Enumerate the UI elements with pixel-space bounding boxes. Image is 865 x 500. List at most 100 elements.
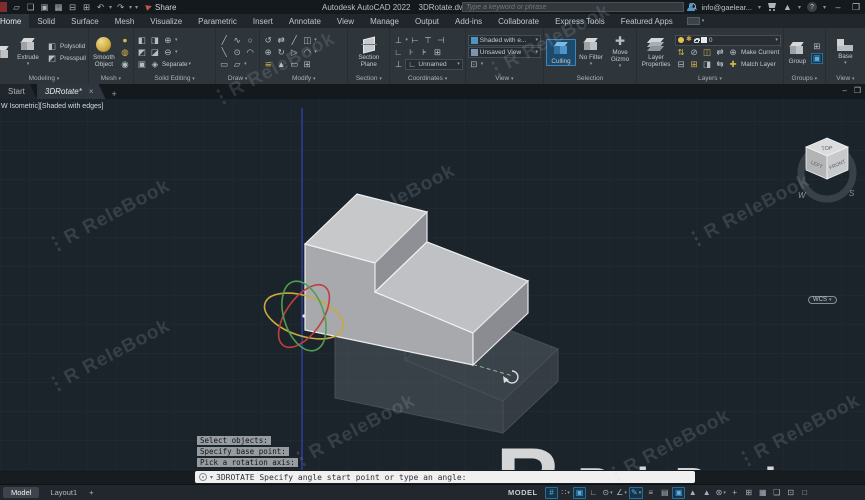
draw-dropdown-icon[interactable]: ▾ — [244, 61, 247, 67]
search-input[interactable] — [463, 3, 683, 11]
panel-label-modeling[interactable]: Modeling ▾ — [0, 74, 88, 84]
polysolid-button[interactable]: ◧ Polysolid — [46, 41, 86, 52]
modify-tool-icon[interactable]: ↺ — [262, 35, 274, 46]
tab-solid[interactable]: Solid — [29, 14, 63, 28]
cart-icon[interactable] — [767, 3, 777, 11]
space-indicator[interactable]: MODEL — [508, 488, 538, 497]
help-dropdown-icon[interactable]: ▾ — [823, 4, 826, 11]
section-plane-button[interactable]: Section Plane — [351, 37, 387, 68]
mesh-tool-icon[interactable]: ◍ — [119, 47, 131, 58]
layer-tool-icon[interactable]: ⇄ — [714, 47, 726, 58]
tab-featured-apps[interactable]: Featured Apps — [613, 14, 681, 28]
ucs-named-icon[interactable]: ⊥ — [392, 59, 404, 70]
account-dropdown-icon[interactable]: ▾ — [758, 4, 761, 11]
visual-style-dropdown[interactable]: Shaded with e... ▾ — [467, 34, 542, 46]
tab-home[interactable]: Home — [0, 14, 30, 28]
tab-surface[interactable]: Surface — [63, 14, 107, 28]
panel-label-mesh[interactable]: Mesh ▾ — [89, 74, 133, 84]
command-recent-dropdown-icon[interactable]: ▾ — [210, 474, 213, 481]
modify-tool-icon[interactable]: ▷ — [288, 47, 300, 58]
quick-properties-icon[interactable]: ▦ — [756, 487, 769, 499]
draw-tool-icon[interactable]: ▱ — [231, 59, 243, 70]
ucs-tool-icon[interactable]: ⊢ — [409, 35, 421, 46]
print-icon[interactable]: ⊞ — [81, 2, 92, 13]
tab-annotate[interactable]: Annotate — [281, 14, 329, 28]
restore-button[interactable]: ❐ — [850, 2, 862, 13]
line-tool-icon[interactable]: ╱ — [218, 35, 230, 46]
save-icon[interactable]: ▣ — [39, 2, 50, 13]
layer-tool-icon[interactable]: ⊟ — [675, 59, 687, 70]
ungroup-icon[interactable]: ⊞ — [811, 41, 823, 52]
culling-button[interactable]: Culling — [546, 38, 577, 66]
workspace-switching-icon[interactable]: ⊛ ▾ — [714, 487, 727, 499]
undo-dropdown-icon[interactable]: ▾ — [109, 4, 112, 11]
command-prompt-text[interactable]: 3DROTATE Specify angle start point or ty… — [216, 473, 466, 482]
layout1-tab[interactable]: Layout1 — [42, 487, 85, 498]
match-layer-button[interactable]: ✚ Match Layer — [727, 59, 775, 70]
mesh-tool-icon[interactable]: ◉ — [119, 59, 131, 70]
layer-tool-icon[interactable]: ⇅ — [675, 47, 687, 58]
viewport-config-dropdown-icon[interactable]: ▾ — [481, 61, 484, 67]
snap-mode-icon[interactable]: ∷ ▾ — [559, 487, 572, 499]
panel-label-draw[interactable]: Draw ▾ — [216, 74, 259, 84]
move-gizmo-button[interactable]: ✚ Move Gizmo ▾ — [606, 35, 634, 70]
solid-edit-icon[interactable]: ⊖ — [162, 47, 174, 58]
ortho-mode-icon[interactable]: ∟ — [587, 487, 600, 499]
clean-screen-icon[interactable]: □ — [798, 487, 811, 499]
panel-label-modify[interactable]: Modify ▾ — [260, 74, 347, 84]
tab-add-ins[interactable]: Add-ins — [447, 14, 490, 28]
tab-collaborate[interactable]: Collaborate — [490, 14, 547, 28]
drawing-viewport[interactable]: W Isometric][Shaded with edges] TOP LEFT… — [0, 99, 865, 470]
tab-manage[interactable]: Manage — [362, 14, 407, 28]
base-view-button[interactable]: Base ▾ — [832, 37, 858, 67]
modify-tool-icon[interactable]: ◠ — [301, 47, 313, 58]
ucs-dropdown-icon[interactable]: ▾ — [405, 37, 408, 43]
panel-label-section[interactable]: Section ▾ — [348, 74, 389, 84]
undo-icon[interactable]: ↶ — [95, 2, 106, 13]
panel-label-layers[interactable]: Layers ▾ — [637, 74, 783, 84]
mesh-tool-icon[interactable]: ● — [119, 35, 131, 46]
annotation-visibility-icon[interactable]: ▲ — [686, 487, 699, 499]
box-tool-icon[interactable] — [0, 45, 10, 60]
solid-edit-icon[interactable]: ◪ — [149, 47, 161, 58]
plot-icon[interactable]: ⊟ — [67, 2, 78, 13]
tab-insert[interactable]: Insert — [245, 14, 281, 28]
tab-visualize[interactable]: Visualize — [142, 14, 190, 28]
solid-edit-icon[interactable]: ◧ — [136, 35, 148, 46]
group-button[interactable]: Group — [786, 40, 809, 65]
panel-label-groups[interactable]: Groups ▾ — [784, 74, 825, 84]
minimize-button[interactable]: – — [832, 2, 844, 12]
circle-tool-icon[interactable]: ○ — [244, 35, 256, 46]
graphics-performance-icon[interactable]: ⊡ — [784, 487, 797, 499]
solid-edit-dropdown-icon[interactable]: ▾ — [175, 37, 178, 43]
layer-properties-button[interactable]: Layer Properties — [639, 37, 673, 68]
layer-dropdown[interactable]: ✱ 0 ▾ — [675, 34, 781, 46]
new-file-icon[interactable]: ▱ — [11, 2, 22, 13]
viewport-config-icon[interactable]: ⊡ — [468, 59, 480, 70]
help-icon[interactable]: ? — [806, 2, 817, 12]
redo-dropdown-icon[interactable]: ▾ — [129, 4, 132, 11]
ucs-tool-icon[interactable]: ∟ — [392, 47, 404, 58]
model-space-tab[interactable]: Model — [3, 487, 40, 498]
new-drawing-tab-icon[interactable]: + — [112, 89, 117, 99]
group-edit-icon[interactable]: ▣ — [810, 52, 823, 64]
panel-label-solid-editing[interactable]: Solid Editing ▾ — [134, 74, 215, 84]
view-cube[interactable]: TOP LEFT FRONT W S — [797, 137, 857, 203]
extrude-button[interactable]: Extrude ▾ — [12, 36, 44, 68]
ucs-name-dropdown[interactable]: ∟ Unnamed ▾ — [405, 58, 463, 70]
tab-view[interactable]: View — [329, 14, 362, 28]
arc-tool-icon[interactable]: ◠ — [244, 47, 256, 58]
viewcube-south-label[interactable]: S — [849, 189, 855, 198]
ucs-tool-icon[interactable]: ⊞ — [431, 47, 443, 58]
wcs-dropdown[interactable]: WCS ▾ — [808, 296, 837, 304]
separate-button[interactable]: ▣ ◈ Separate ▾ — [136, 59, 191, 70]
app-store-icon[interactable]: ▲ — [783, 2, 792, 12]
polyline-tool-icon[interactable]: ∿ — [231, 35, 243, 46]
lineweight-icon[interactable]: ≡ — [644, 487, 657, 499]
modify-tool-icon[interactable]: ≌ — [262, 59, 274, 70]
rectangle-tool-icon[interactable]: ▭ — [218, 59, 230, 70]
tab-output[interactable]: Output — [407, 14, 447, 28]
solid-edit-icon[interactable]: ◩ — [136, 47, 148, 58]
tab-mesh[interactable]: Mesh — [107, 14, 143, 28]
annotation-monitor-icon[interactable]: + — [728, 487, 741, 499]
